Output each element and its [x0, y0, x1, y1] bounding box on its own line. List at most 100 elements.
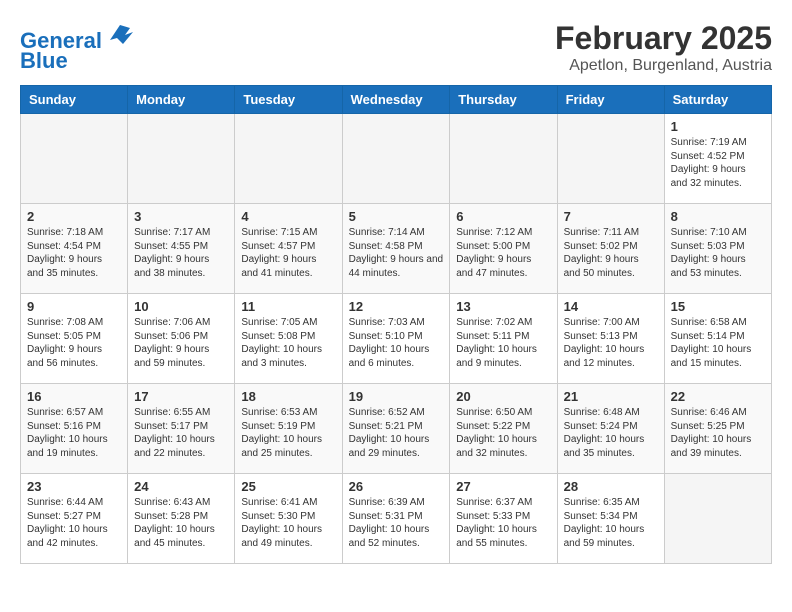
calendar-cell [342, 114, 450, 204]
day-info: Sunrise: 6:48 AM Sunset: 5:24 PM Dayligh… [564, 406, 658, 460]
page-title: February 2025 [555, 20, 772, 57]
day-info: Sunrise: 7:10 AM Sunset: 5:03 PM Dayligh… [671, 226, 765, 280]
day-info: Sunrise: 7:18 AM Sunset: 4:54 PM Dayligh… [27, 226, 121, 280]
logo: General Blue [20, 20, 135, 73]
calendar-cell: 21 Sunrise: 6:48 AM Sunset: 5:24 PM Dayli… [557, 384, 664, 474]
day-info: Sunrise: 6:46 AM Sunset: 5:25 PM Dayligh… [671, 406, 765, 460]
calendar-cell: 12 Sunrise: 7:03 AM Sunset: 5:10 PM Dayli… [342, 294, 450, 384]
col-header-friday: Friday [557, 86, 664, 114]
day-number: 18 [241, 389, 335, 404]
calendar-cell: 22 Sunrise: 6:46 AM Sunset: 5:25 PM Dayli… [664, 384, 771, 474]
day-info: Sunrise: 6:35 AM Sunset: 5:34 PM Dayligh… [564, 496, 658, 550]
day-info: Sunrise: 6:43 AM Sunset: 5:28 PM Dayligh… [134, 496, 228, 550]
calendar-cell: 5Sunrise: 7:14 AM Sunset: 4:58 PM Daylig… [342, 204, 450, 294]
day-number: 2 [27, 209, 121, 224]
day-number: 10 [134, 299, 228, 314]
calendar-cell: 19Sunrise: 6:52 AM Sunset: 5:21 PM Dayli… [342, 384, 450, 474]
day-info: Sunrise: 6:50 AM Sunset: 5:22 PM Dayligh… [456, 406, 550, 460]
day-info: Sunrise: 6:41 AM Sunset: 5:30 PM Dayligh… [241, 496, 335, 550]
day-number: 14 [564, 299, 658, 314]
calendar-cell: 10 Sunrise: 7:06 AM Sunset: 5:06 PM Dayli… [128, 294, 235, 384]
col-header-sunday: Sunday [21, 86, 128, 114]
day-info: Sunrise: 7:15 AM Sunset: 4:57 PM Dayligh… [241, 226, 335, 280]
col-header-tuesday: Tuesday [235, 86, 342, 114]
calendar-cell: 8 Sunrise: 7:10 AM Sunset: 5:03 PM Daylig… [664, 204, 771, 294]
day-number: 22 [671, 389, 765, 404]
day-number: 21 [564, 389, 658, 404]
day-info: Sunrise: 7:06 AM Sunset: 5:06 PM Dayligh… [134, 316, 228, 370]
day-info: Sunrise: 7:02 AM Sunset: 5:11 PM Dayligh… [456, 316, 550, 370]
calendar-cell: 17Sunrise: 6:55 AM Sunset: 5:17 PM Dayli… [128, 384, 235, 474]
calendar-cell: 1 Sunrise: 7:19 AM Sunset: 4:52 PM Daylig… [664, 114, 771, 204]
calendar-cell [664, 474, 771, 564]
col-header-wednesday: Wednesday [342, 86, 450, 114]
calendar-cell: 18 Sunrise: 6:53 AM Sunset: 5:19 PM Dayli… [235, 384, 342, 474]
calendar-cell: 23 Sunrise: 6:44 AM Sunset: 5:27 PM Dayli… [21, 474, 128, 564]
day-number: 24 [134, 479, 228, 494]
day-number: 5 [349, 209, 444, 224]
day-number: 19 [349, 389, 444, 404]
calendar-cell: 25 Sunrise: 6:41 AM Sunset: 5:30 PM Dayli… [235, 474, 342, 564]
calendar-week-row: 9 Sunrise: 7:08 AM Sunset: 5:05 PM Daylig… [21, 294, 772, 384]
calendar-week-row: 2 Sunrise: 7:18 AM Sunset: 4:54 PM Daylig… [21, 204, 772, 294]
calendar-cell: 11Sunrise: 7:05 AM Sunset: 5:08 PM Dayli… [235, 294, 342, 384]
day-number: 26 [349, 479, 444, 494]
day-info: Sunrise: 6:53 AM Sunset: 5:19 PM Dayligh… [241, 406, 335, 460]
calendar-cell [235, 114, 342, 204]
day-number: 8 [671, 209, 765, 224]
day-number: 4 [241, 209, 335, 224]
day-info: Sunrise: 7:03 AM Sunset: 5:10 PM Dayligh… [349, 316, 444, 370]
day-number: 23 [27, 479, 121, 494]
calendar-header-row: SundayMondayTuesdayWednesdayThursdayFrid… [21, 86, 772, 114]
header: General Blue February 2025 Apetlon, Burg… [20, 20, 772, 75]
day-number: 6 [456, 209, 550, 224]
calendar-cell: 3 Sunrise: 7:17 AM Sunset: 4:55 PM Daylig… [128, 204, 235, 294]
day-info: Sunrise: 7:17 AM Sunset: 4:55 PM Dayligh… [134, 226, 228, 280]
calendar-cell: 4 Sunrise: 7:15 AM Sunset: 4:57 PM Daylig… [235, 204, 342, 294]
day-number: 11 [241, 299, 335, 314]
day-number: 27 [456, 479, 550, 494]
day-number: 9 [27, 299, 121, 314]
calendar-week-row: 23 Sunrise: 6:44 AM Sunset: 5:27 PM Dayli… [21, 474, 772, 564]
calendar-cell: 9 Sunrise: 7:08 AM Sunset: 5:05 PM Daylig… [21, 294, 128, 384]
day-number: 25 [241, 479, 335, 494]
day-info: Sunrise: 6:44 AM Sunset: 5:27 PM Dayligh… [27, 496, 121, 550]
calendar-cell: 14Sunrise: 7:00 AM Sunset: 5:13 PM Dayli… [557, 294, 664, 384]
col-header-saturday: Saturday [664, 86, 771, 114]
calendar-cell: 26Sunrise: 6:39 AM Sunset: 5:31 PM Dayli… [342, 474, 450, 564]
page-subtitle: Apetlon, Burgenland, Austria [555, 57, 772, 75]
day-number: 16 [27, 389, 121, 404]
day-number: 7 [564, 209, 658, 224]
day-number: 15 [671, 299, 765, 314]
calendar-cell: 6 Sunrise: 7:12 AM Sunset: 5:00 PM Daylig… [450, 204, 557, 294]
calendar-cell: 16Sunrise: 6:57 AM Sunset: 5:16 PM Dayli… [21, 384, 128, 474]
logo-bird-icon [105, 20, 135, 48]
calendar-week-row: 16Sunrise: 6:57 AM Sunset: 5:16 PM Dayli… [21, 384, 772, 474]
day-info: Sunrise: 7:08 AM Sunset: 5:05 PM Dayligh… [27, 316, 121, 370]
calendar-table: SundayMondayTuesdayWednesdayThursdayFrid… [20, 85, 772, 564]
day-number: 13 [456, 299, 550, 314]
calendar-cell: 7Sunrise: 7:11 AM Sunset: 5:02 PM Daylig… [557, 204, 664, 294]
col-header-monday: Monday [128, 86, 235, 114]
day-number: 20 [456, 389, 550, 404]
day-info: Sunrise: 7:12 AM Sunset: 5:00 PM Dayligh… [456, 226, 550, 280]
calendar-week-row: 1 Sunrise: 7:19 AM Sunset: 4:52 PM Daylig… [21, 114, 772, 204]
calendar-cell: 20 Sunrise: 6:50 AM Sunset: 5:22 PM Dayli… [450, 384, 557, 474]
calendar-cell: 2 Sunrise: 7:18 AM Sunset: 4:54 PM Daylig… [21, 204, 128, 294]
day-info: Sunrise: 7:19 AM Sunset: 4:52 PM Dayligh… [671, 136, 765, 190]
day-info: Sunrise: 6:55 AM Sunset: 5:17 PM Dayligh… [134, 406, 228, 460]
day-info: Sunrise: 6:37 AM Sunset: 5:33 PM Dayligh… [456, 496, 550, 550]
day-number: 12 [349, 299, 444, 314]
calendar-cell: 28Sunrise: 6:35 AM Sunset: 5:34 PM Dayli… [557, 474, 664, 564]
calendar-cell [450, 114, 557, 204]
calendar-cell [557, 114, 664, 204]
calendar-cell [21, 114, 128, 204]
day-number: 3 [134, 209, 228, 224]
calendar-cell: 13 Sunrise: 7:02 AM Sunset: 5:11 PM Dayli… [450, 294, 557, 384]
day-number: 1 [671, 119, 765, 134]
calendar-cell: 24 Sunrise: 6:43 AM Sunset: 5:28 PM Dayli… [128, 474, 235, 564]
calendar-cell: 27 Sunrise: 6:37 AM Sunset: 5:33 PM Dayli… [450, 474, 557, 564]
title-section: February 2025 Apetlon, Burgenland, Austr… [555, 20, 772, 75]
calendar-cell [128, 114, 235, 204]
calendar-cell: 15Sunrise: 6:58 AM Sunset: 5:14 PM Dayli… [664, 294, 771, 384]
